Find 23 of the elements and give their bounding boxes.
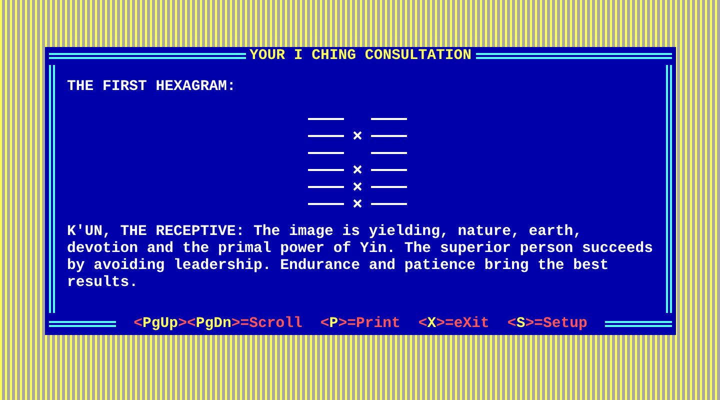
line-segment [371, 202, 407, 204]
line-segment [308, 186, 344, 188]
key-command[interactable]: <P>=Print [320, 316, 400, 332]
cross-icon [353, 182, 362, 191]
line-segment [371, 152, 407, 154]
cross-icon [353, 165, 362, 174]
line-segment [371, 134, 407, 136]
line-segment [308, 168, 344, 170]
line-segment [371, 168, 407, 170]
key-command[interactable]: <X>=eXit [418, 316, 490, 332]
key-command[interactable]: <PgUp><PgDn>=Scroll [134, 316, 302, 332]
window-title: YOUR I CHING CONSULTATION [250, 48, 472, 64]
line-segment [308, 134, 344, 136]
heading: THE FIRST HEXAGRAM: [67, 79, 237, 96]
key-command[interactable]: <S>=Setup [507, 316, 588, 332]
cross-icon [353, 199, 362, 208]
line-segment [308, 202, 344, 204]
line-segment [371, 186, 407, 188]
reading-text: K'UN, THE RECEPTIVE: The image is yielding, nature, earth, devotion and the primal power of Yin. The superior person succeeds by avoiding leadership. Endurance and patience bring the best results. [67, 224, 654, 292]
cross-icon [353, 131, 362, 140]
line-segment [308, 152, 344, 154]
line-segment [371, 118, 407, 120]
line-segment [308, 118, 344, 120]
